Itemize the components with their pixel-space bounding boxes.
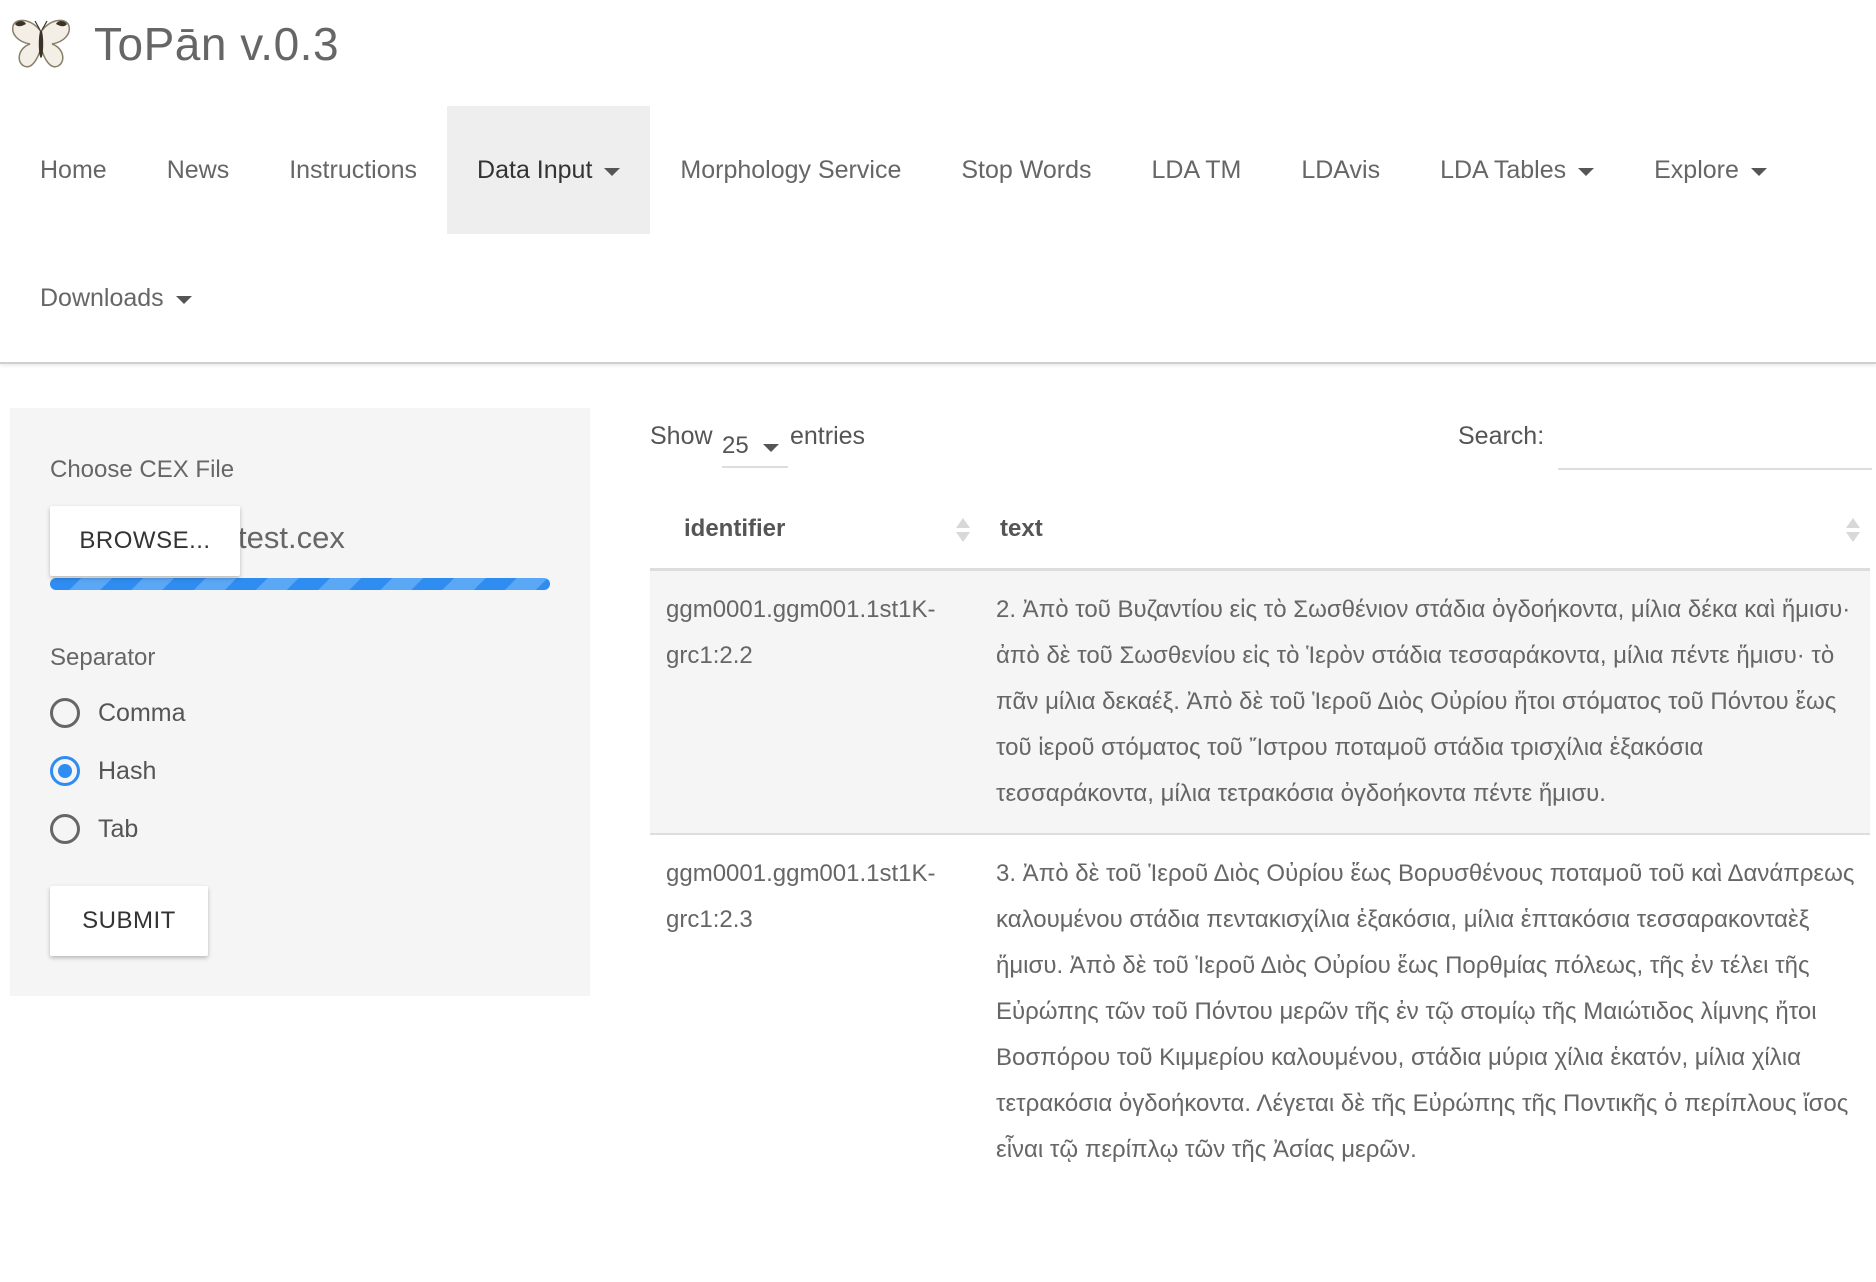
radio-label: Tab bbox=[98, 814, 139, 843]
column-header-label: text bbox=[1000, 515, 1043, 542]
nav-item-morphology-service[interactable]: Morphology Service bbox=[650, 106, 931, 234]
radio-label: Comma bbox=[98, 698, 186, 727]
radio-unchecked-icon bbox=[50, 698, 80, 728]
nav-item-stop-words[interactable]: Stop Words bbox=[931, 106, 1121, 234]
nav-item-label: Home bbox=[40, 155, 107, 184]
search-input[interactable] bbox=[1558, 418, 1872, 470]
caret-down-icon bbox=[175, 296, 192, 304]
nav-item-explore[interactable]: Explore bbox=[1624, 106, 1797, 234]
table-header-row: identifier text bbox=[650, 490, 1870, 571]
column-header-label: identifier bbox=[684, 515, 786, 542]
cell-text: 2. Ἀπὸ τοῦ Βυζαντίου εἰς τὸ Σωσθένιον στ… bbox=[980, 569, 1870, 835]
column-header-text[interactable]: text bbox=[980, 490, 1870, 571]
entries-length-select[interactable]: 25 bbox=[722, 426, 788, 468]
nav-item-label: LDA Tables bbox=[1440, 155, 1567, 184]
table-controls: Show 25 entries Search: bbox=[650, 408, 1872, 470]
show-label: Show bbox=[650, 422, 713, 450]
sort-icon bbox=[1846, 518, 1860, 544]
upload-progress-bar bbox=[50, 578, 550, 590]
nav-item-label: Downloads bbox=[40, 283, 164, 312]
upload-progress-fill bbox=[50, 578, 550, 590]
table-row[interactable]: ggm0001.ggm001.1st1K-grc1:2.2 2. Ἀπὸ τοῦ… bbox=[650, 569, 1870, 835]
radio-unchecked-icon bbox=[50, 814, 80, 844]
nav-item-label: News bbox=[166, 155, 230, 184]
sort-icon bbox=[956, 518, 970, 544]
caret-down-icon bbox=[762, 444, 779, 452]
entries-label: entries bbox=[790, 422, 866, 450]
caret-down-icon bbox=[1578, 168, 1595, 176]
file-input-label: Choose CEX File bbox=[50, 456, 235, 483]
cell-text: 3. Ἀπὸ δὲ τοῦ Ἱεροῦ Διὸς Οὐρίου ἕως Βορυ… bbox=[996, 860, 1855, 1163]
nav-item-label: LDAvis bbox=[1301, 155, 1381, 184]
browse-button[interactable]: BROWSE... bbox=[50, 506, 240, 576]
data-table: identifier text ggm0001.ggm001.1st1K-grc… bbox=[650, 490, 1870, 1189]
nav-item-label: LDA TM bbox=[1151, 155, 1242, 184]
nav-item-label: Morphology Service bbox=[680, 155, 902, 184]
nav-item-lda-tm[interactable]: LDA TM bbox=[1122, 106, 1272, 234]
submit-button[interactable]: SUBMIT bbox=[50, 886, 208, 956]
cell-identifier: ggm0001.ggm001.1st1K-grc1:2.2 bbox=[650, 569, 980, 835]
entries-length-value: 25 bbox=[722, 432, 749, 459]
radio-checked-icon bbox=[50, 756, 80, 786]
app-header: ToPān v.0.3 bbox=[10, 14, 339, 74]
nav-row: Downloads bbox=[10, 234, 222, 362]
radio-hash[interactable]: Hash bbox=[50, 756, 156, 786]
radio-label: Hash bbox=[98, 756, 157, 785]
table-row[interactable]: ggm0001.ggm001.1st1K-grc1:2.3 3. Ἀπὸ δὲ … bbox=[650, 834, 1870, 1189]
nav-item-downloads[interactable]: Downloads bbox=[10, 234, 222, 362]
nav-item-lda-tables[interactable]: LDA Tables bbox=[1410, 106, 1624, 234]
nav-item-label: Data Input bbox=[477, 155, 593, 184]
nav-item-label: Explore bbox=[1654, 155, 1739, 184]
radio-tab[interactable]: Tab bbox=[50, 814, 138, 844]
nav-item-home[interactable]: Home bbox=[10, 106, 137, 234]
nav-item-instructions[interactable]: Instructions bbox=[259, 106, 447, 234]
cell-identifier: ggm0001.ggm001.1st1K-grc1:2.3 bbox=[666, 860, 936, 933]
file-name-display: test.cex bbox=[238, 520, 345, 555]
radio-comma[interactable]: Comma bbox=[50, 698, 186, 728]
caret-down-icon bbox=[604, 168, 621, 176]
butterfly-icon bbox=[11, 19, 71, 68]
nav-item-label: Stop Words bbox=[961, 155, 1092, 184]
search-label: Search: bbox=[1458, 422, 1545, 450]
nav-row: Home News Instructions Data Input Morpho… bbox=[10, 106, 1797, 234]
nav-item-ldavis[interactable]: LDAvis bbox=[1271, 106, 1410, 234]
app-title: ToPān v.0.3 bbox=[94, 18, 340, 70]
caret-down-icon bbox=[1750, 168, 1767, 176]
nav-item-label: Instructions bbox=[289, 155, 418, 184]
nav-item-news[interactable]: News bbox=[137, 106, 260, 234]
column-header-identifier[interactable]: identifier bbox=[650, 490, 980, 571]
separator-label: Separator bbox=[50, 644, 156, 671]
navbar: Home News Instructions Data Input Morpho… bbox=[0, 106, 1876, 364]
sidebar-panel: Choose CEX File BROWSE... test.cex Separ… bbox=[10, 408, 590, 996]
nav-item-data-input[interactable]: Data Input bbox=[447, 106, 651, 234]
